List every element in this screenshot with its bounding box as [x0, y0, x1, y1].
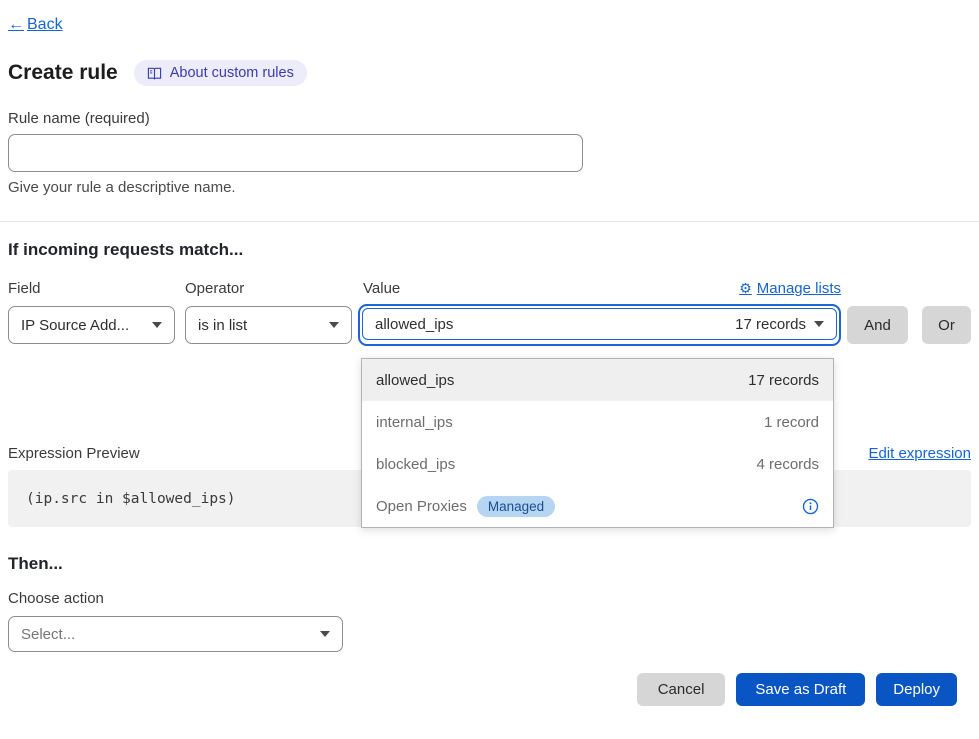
value-label-row: Value ⚙ Manage lists	[358, 280, 841, 297]
create-rule-page: ←Back Create rule About custom rules Rul…	[0, 0, 979, 739]
value-select-value: allowed_ips	[375, 316, 453, 333]
list-item-internal-ips[interactable]: internal_ips 1 record	[362, 401, 833, 443]
list-item-name: internal_ips	[376, 414, 453, 431]
title-row: Create rule About custom rules	[8, 60, 971, 86]
left-arrow-icon: ←	[8, 16, 24, 33]
managed-badge: Managed	[477, 496, 555, 517]
footer-actions: Cancel Save as Draft Deploy	[8, 673, 971, 706]
match-section-heading: If incoming requests match...	[8, 240, 971, 260]
edit-expression-link[interactable]: Edit expression	[868, 445, 971, 462]
chevron-down-icon	[814, 321, 824, 327]
choose-action-label: Choose action	[8, 590, 971, 607]
list-item-blocked-ips[interactable]: blocked_ips 4 records	[362, 443, 833, 485]
rule-name-help: Give your rule a descriptive name.	[8, 179, 971, 196]
list-item-name: Open Proxies	[376, 498, 467, 515]
back-label: Back	[27, 16, 63, 33]
save-as-draft-button[interactable]: Save as Draft	[736, 673, 865, 706]
list-item-records: 17 records	[748, 372, 819, 389]
list-item-records: 1 record	[764, 414, 819, 431]
or-button[interactable]: Or	[922, 306, 971, 344]
action-select[interactable]: Select...	[8, 616, 343, 652]
value-select[interactable]: allowed_ips 17 records	[362, 308, 837, 340]
value-select-wrap: allowed_ips 17 records allowed_ips 17 re…	[358, 306, 841, 346]
list-item-records: 4 records	[756, 456, 819, 473]
about-custom-rules-link[interactable]: About custom rules	[134, 60, 307, 86]
rule-name-label: Rule name (required)	[8, 110, 971, 127]
operator-select[interactable]: is in list	[185, 306, 352, 344]
book-icon	[147, 66, 162, 81]
condition-row: IP Source Add... is in list allowed_ips …	[8, 306, 971, 346]
field-label: Field	[8, 280, 185, 297]
deploy-button[interactable]: Deploy	[876, 673, 957, 706]
manage-lists-label: Manage lists	[757, 280, 841, 297]
back-row: ←Back	[8, 0, 971, 34]
list-item-name: allowed_ips	[376, 372, 454, 389]
then-section-heading: Then...	[8, 554, 971, 574]
manage-lists-link[interactable]: ⚙ Manage lists	[739, 280, 841, 297]
list-item-open-proxies[interactable]: Open Proxies Managed	[362, 485, 833, 527]
about-badge-label: About custom rules	[170, 65, 294, 81]
value-select-meta: 17 records	[735, 316, 806, 333]
list-item-allowed-ips[interactable]: allowed_ips 17 records	[362, 359, 833, 401]
operator-label: Operator	[185, 280, 358, 297]
list-dropdown: allowed_ips 17 records internal_ips 1 re…	[361, 358, 834, 528]
gear-icon: ⚙	[739, 280, 752, 297]
condition-labels-row: Field Operator Value ⚙ Manage lists	[8, 280, 971, 297]
back-link[interactable]: ←Back	[8, 16, 63, 33]
chevron-down-icon	[320, 631, 330, 637]
value-label: Value	[358, 280, 400, 297]
field-select-value: IP Source Add...	[21, 317, 129, 334]
expression-preview-label: Expression Preview	[8, 445, 140, 462]
chevron-down-icon	[329, 322, 339, 328]
value-select-focus-ring: allowed_ips 17 records	[358, 304, 841, 346]
page-title: Create rule	[8, 61, 118, 85]
action-select-placeholder: Select...	[21, 626, 75, 643]
chevron-down-icon	[152, 322, 162, 328]
section-divider	[0, 221, 979, 222]
list-item-name: blocked_ips	[376, 456, 455, 473]
info-icon[interactable]	[802, 498, 819, 515]
operator-select-value: is in list	[198, 317, 247, 334]
cancel-button[interactable]: Cancel	[637, 673, 726, 706]
expression-code: (ip.src in $allowed_ips)	[26, 491, 236, 507]
rule-name-input[interactable]	[8, 134, 583, 172]
and-button[interactable]: And	[847, 306, 908, 344]
field-select[interactable]: IP Source Add...	[8, 306, 175, 344]
